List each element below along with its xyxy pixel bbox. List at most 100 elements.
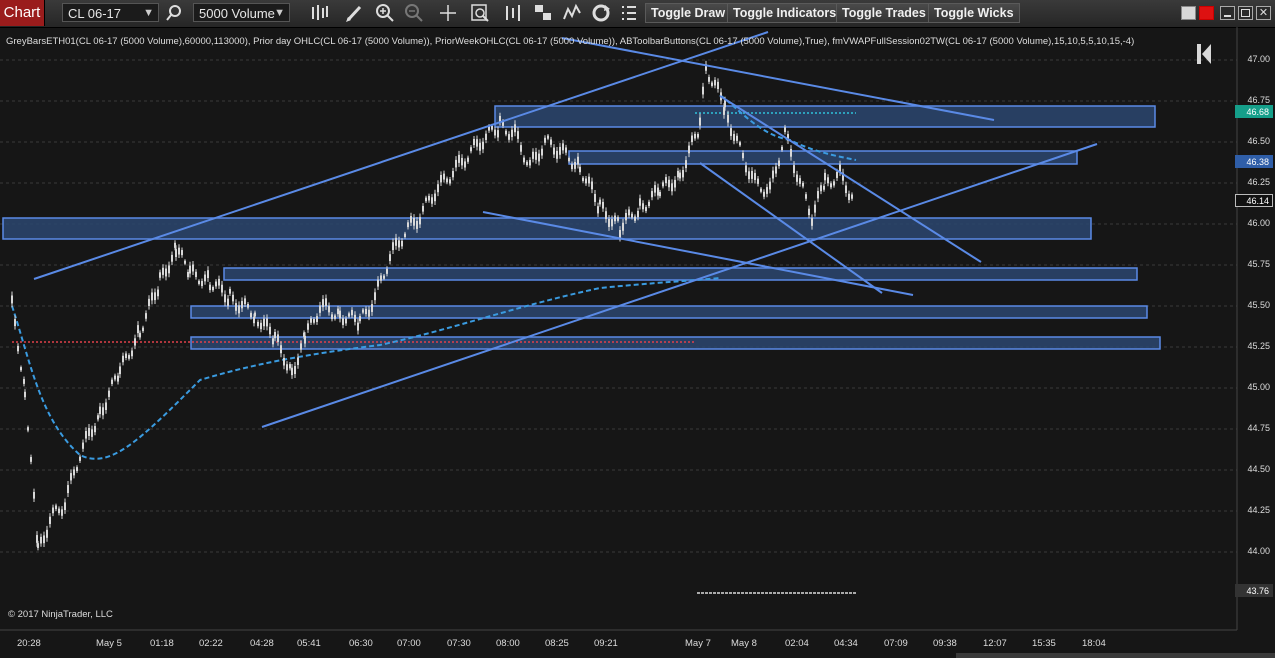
candlestick-icon[interactable] [309,3,329,23]
price-tick-label: 46.00 [1247,218,1270,228]
refresh-icon[interactable] [591,3,611,23]
price-bar-body [796,174,798,182]
price-bar-body [328,305,330,313]
price-bar-body [802,182,804,187]
price-bar-body [662,182,664,187]
price-bar-body [119,366,121,375]
toggle-trades-button[interactable]: Toggle Trades [836,3,932,23]
link-color-icon[interactable] [1199,6,1214,20]
time-tick-label: 18:04 [1082,638,1106,649]
close-icon[interactable]: ✕ [1256,6,1271,20]
price-bar-body [793,165,795,174]
price-bar-body [769,181,771,190]
price-bar-body [178,247,180,255]
price-bar-body [817,191,819,199]
volume-dot [777,592,780,594]
zoom-in-icon[interactable] [375,3,395,23]
price-bar-body [319,305,321,313]
volume-dot [829,592,832,594]
indicator-label: GreyBarsETH01(CL 06-17 (5000 Volume),600… [6,36,1135,47]
price-bar-body [648,201,650,207]
price-bar-body [386,268,388,274]
price-bar-body [608,218,610,227]
volume-dot [781,592,784,594]
price-bar-body [520,145,522,152]
price-bar-body [241,301,243,309]
instrument-selector[interactable]: CL 06-17 ▼ [62,3,159,22]
price-tick-label: 44.75 [1247,423,1270,433]
price-bar-body [808,208,810,216]
volume-dot [773,592,776,594]
price-bar-body [651,191,653,198]
price-bar-body [628,209,630,216]
price-bar-body [799,178,801,184]
price-bar-body [514,124,516,133]
price-bar-body [833,181,835,186]
price-bar-body [473,138,475,146]
pencil-icon[interactable] [344,3,364,23]
price-bar-body [221,284,223,293]
bar-spacing-icon[interactable] [503,3,523,23]
price-bar-body [357,322,359,331]
volume-dot [769,592,772,594]
price-bar-body [702,86,704,95]
search-icon[interactable] [164,3,184,23]
toggle-indicators-button[interactable]: Toggle Indicators [727,3,843,23]
toggle-wicks-button[interactable]: Toggle Wicks [928,3,1020,23]
time-tick-label: 08:00 [496,638,520,649]
price-bar-body [582,177,584,181]
maximize-icon[interactable] [1238,6,1253,20]
volume-dot [697,592,700,594]
price-bar-body [482,141,484,150]
chart-tab[interactable]: Chart [0,0,45,26]
properties-icon[interactable] [619,3,639,23]
price-bar-body [337,308,339,315]
volume-dot [797,592,800,594]
price-bar-body [602,201,604,209]
price-bar-body [671,183,673,192]
price-bar-body [547,135,549,139]
zone-rectangle [223,267,1138,281]
price-bar-body [497,130,499,138]
volume-dot [721,592,724,594]
price-bar-body [254,312,256,317]
price-bar-body [401,240,403,247]
price-bar-body [64,502,66,511]
price-bar-body [523,157,525,163]
price-bar-body [491,125,493,130]
time-tick-label: 07:30 [447,638,471,649]
price-bar-body [184,260,186,264]
crosshair-icon[interactable] [438,3,458,23]
toggle-draw-button[interactable]: Toggle Draw [645,3,732,23]
price-bar-body [134,338,136,346]
price-flag: 46.38 [1235,154,1273,168]
price-bar-body [631,213,633,218]
price-bar-body [342,318,344,325]
volume-dot [809,592,812,594]
data-box-icon[interactable] [470,3,490,23]
price-bar-body [694,133,696,139]
price-chart[interactable] [0,27,1275,658]
price-bar-body [23,378,25,384]
price-bar-body [416,220,418,229]
price-bar-body [304,335,306,344]
minimize-icon[interactable] [1220,6,1235,20]
restore-icon[interactable] [1181,6,1196,20]
horizontal-scrollbar[interactable] [956,653,1275,658]
price-bar-body [682,170,684,178]
price-bar-body [137,325,139,334]
period-selector[interactable]: 5000 Volume ▼ [193,3,290,22]
price-bar-body [368,309,370,317]
price-bar-body [380,275,382,281]
price-bar-body [814,204,816,213]
price-bar-body [697,133,699,138]
chevron-down-icon: ▼ [143,7,154,19]
zoom-out-icon[interactable] [404,3,424,23]
price-bar-body [257,321,259,327]
price-bar-body [479,142,481,151]
strategy-icon[interactable] [562,3,582,23]
price-tick-label: 45.75 [1247,259,1270,269]
price-bar-body [49,516,51,524]
price-bar-body [494,129,496,136]
drawing-objects-icon[interactable] [533,3,553,23]
